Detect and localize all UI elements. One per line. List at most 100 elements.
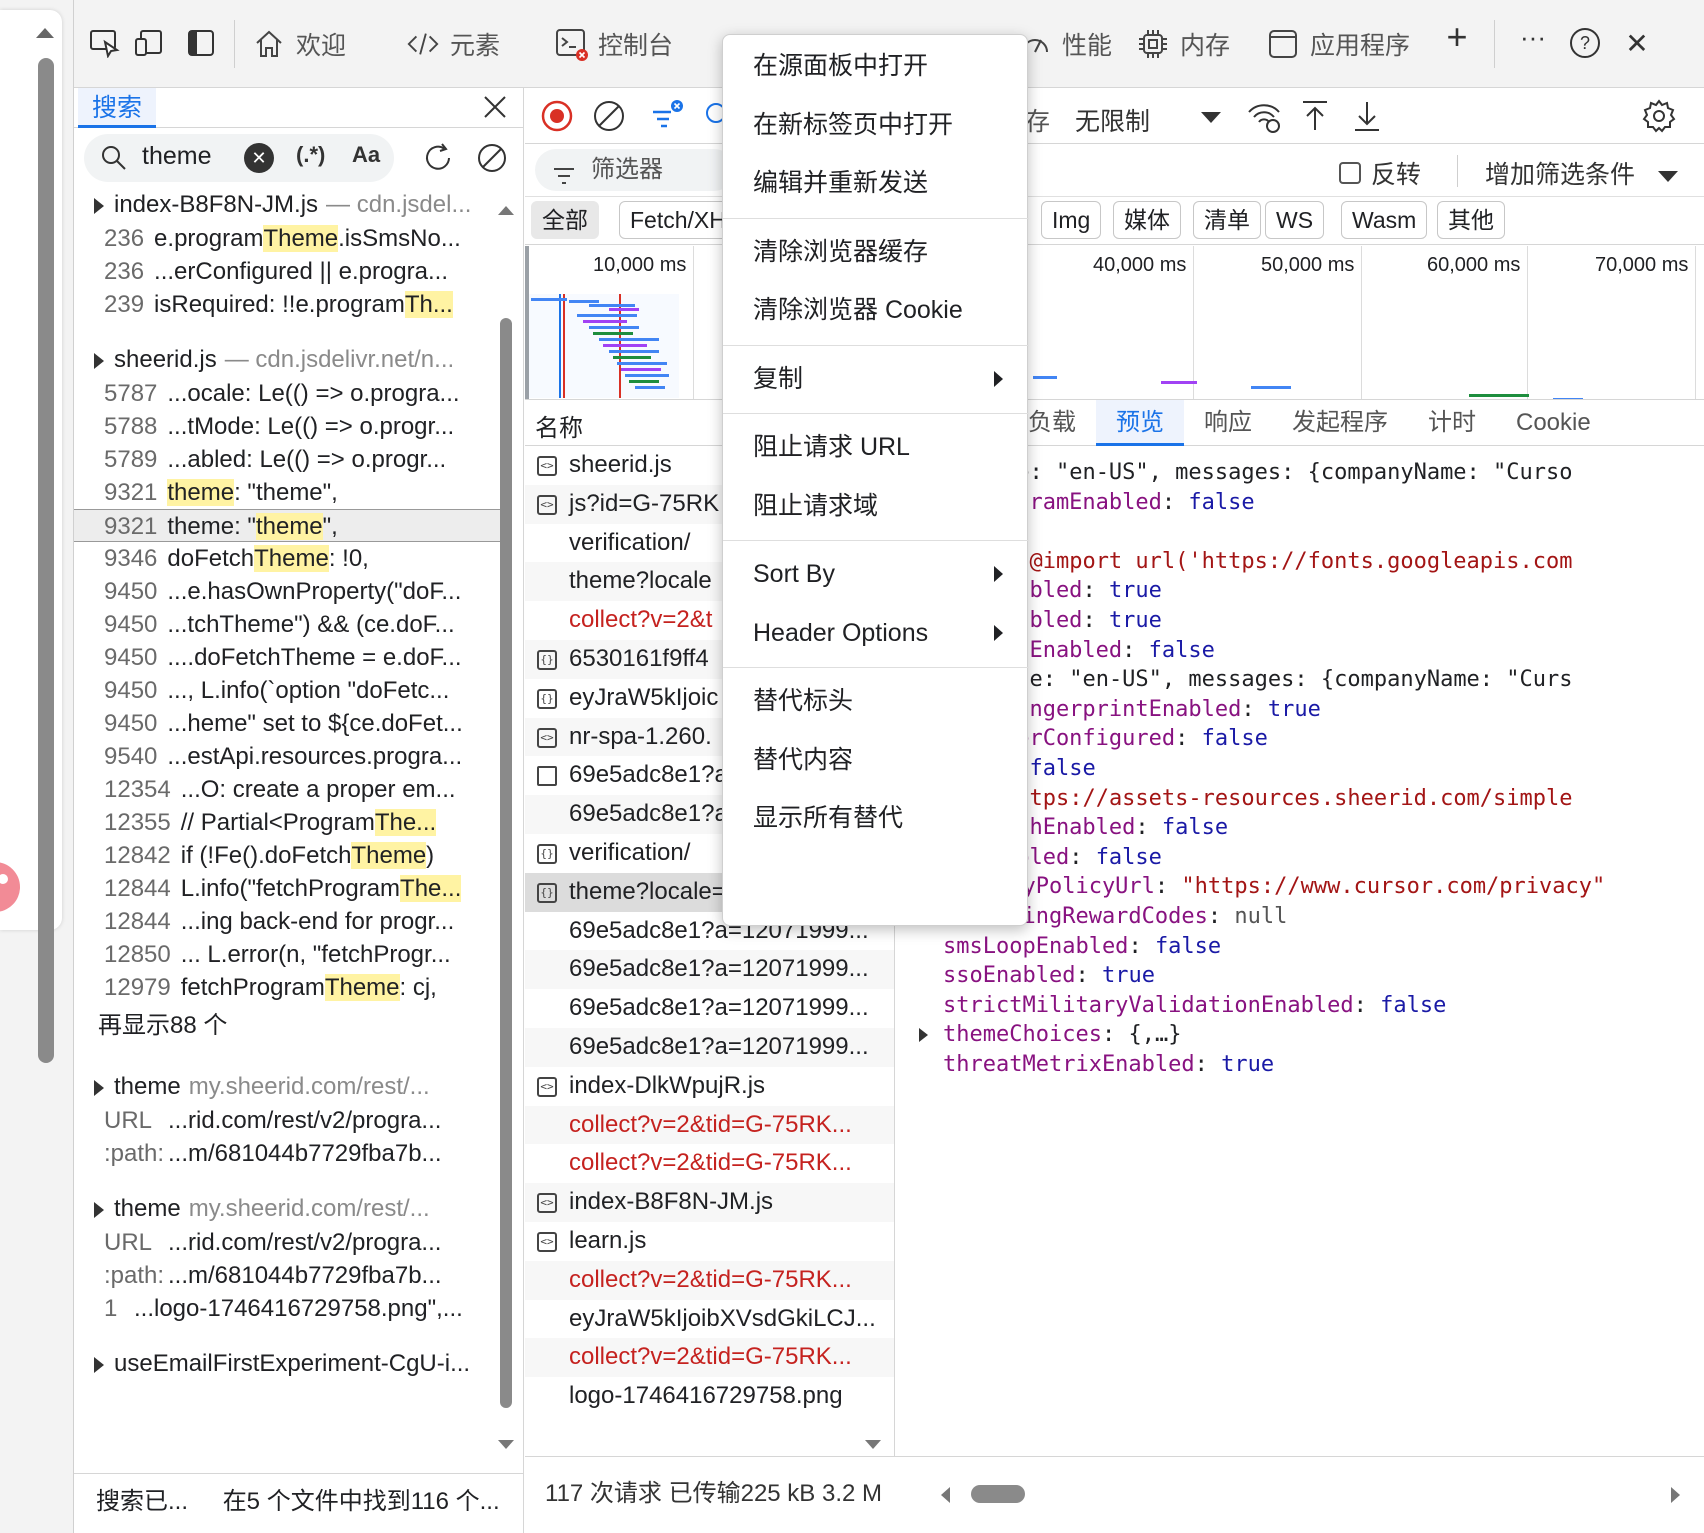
result-line[interactable]: 12844 L.info("fetchProgramThe... (74, 872, 504, 905)
result-line[interactable]: 9450 ....doFetchTheme = e.doF... (74, 641, 504, 674)
preview-property[interactable]: smsLoopEnabled: false (943, 932, 1221, 962)
menu-item[interactable]: 阻止请求 URL (723, 418, 1029, 476)
result-line[interactable]: 9321 theme: "theme", (74, 509, 504, 542)
result-line[interactable]: 12850 ... L.error(n, "fetchProgr... (74, 938, 504, 971)
preview-property[interactable]: strictMilitaryValidationEnabled: false (943, 991, 1446, 1021)
request-row[interactable]: <> index-B8F8N-JM.js (525, 1183, 894, 1222)
close-search-icon[interactable] (478, 90, 512, 124)
tab-initiator[interactable]: 发起程序 (1272, 400, 1408, 446)
device-toolbar-icon[interactable] (132, 26, 166, 60)
expand-triangle-icon[interactable] (94, 1079, 104, 1096)
result-line[interactable]: 5788 ...tMode: Le(() => o.progr... (74, 410, 504, 443)
search-input[interactable]: theme ✕ (.*) Aa (84, 134, 394, 182)
menu-item[interactable]: 显示所有替代 (723, 789, 1029, 847)
export-har-icon[interactable] (1351, 98, 1383, 134)
request-row[interactable]: <> learn.js (525, 1222, 894, 1261)
result-line[interactable]: 239 isRequired: !!e.programTh... (74, 288, 504, 321)
type-wasm[interactable]: Wasm (1341, 201, 1428, 239)
show-more-results[interactable]: 再显示88 个 (74, 1004, 504, 1048)
result-line[interactable]: 9321 theme: "theme", (74, 476, 504, 509)
preview-property[interactable]: themeChoices: {,…} (919, 1020, 1181, 1050)
throttle-dropdown-icon[interactable] (1201, 112, 1221, 123)
search-scrollbar[interactable] (498, 206, 514, 1498)
result-line[interactable]: 12979 fetchProgramTheme: cj, (74, 971, 504, 1004)
tab-application[interactable]: 应用程序 (1266, 22, 1410, 66)
page-scroll-up-arrow[interactable] (36, 28, 54, 38)
network-conditions-icon[interactable] (1245, 98, 1283, 134)
result-file-header[interactable]: useEmailFirstExperiment-CgU-i... (74, 1347, 504, 1378)
invert-checkbox-box[interactable] (1339, 162, 1361, 184)
tab-performance[interactable]: 性能 (1018, 22, 1112, 66)
request-row[interactable]: eyJraW5kIjoibXVsdGkiLCJ... (525, 1300, 894, 1339)
filter-toggle-icon[interactable] (649, 98, 685, 134)
result-line[interactable]: 9450 ...e.hasOwnProperty("doF... (74, 575, 504, 608)
network-overview-timeline[interactable]: 10,000 ms 40,000 ms 50,000 ms 60,000 ms … (525, 246, 1704, 400)
request-row[interactable]: 69e5adc8e1?a=12071999... (525, 950, 894, 990)
tab-search[interactable]: 搜索 (78, 88, 157, 128)
expand-triangle-icon[interactable] (94, 352, 104, 369)
menu-item[interactable]: 替代内容 (723, 731, 1029, 789)
result-file-header[interactable]: index-B8F8N-JM.js — cdn.jsdel... (74, 188, 504, 222)
tab-welcome[interactable]: 欢迎 (252, 22, 346, 66)
menu-item[interactable]: Header Options (723, 604, 1029, 662)
settings-gear-icon[interactable] (1641, 98, 1677, 134)
result-line[interactable]: 9540 ...estApi.resources.progra... (74, 740, 504, 773)
menu-item[interactable]: 替代标头 (723, 672, 1029, 730)
request-row[interactable]: <> index-DlkWpujR.js (525, 1067, 894, 1106)
menu-item[interactable]: 在源面板中打开 (723, 37, 1029, 95)
type-manifest[interactable]: 清单 (1193, 201, 1261, 239)
result-line[interactable]: URL ...rid.com/rest/v2/progra... (74, 1104, 504, 1137)
request-row[interactable]: 69e5adc8e1?a=12071999... (525, 1027, 894, 1067)
hscroll-left-arrow[interactable] (941, 1487, 950, 1503)
throttle-select[interactable]: 无限制 (1075, 102, 1150, 138)
result-line[interactable]: :path: ...m/681044b7729fba7b... (74, 1259, 504, 1292)
name-column-header[interactable]: 名称 (535, 408, 583, 443)
request-row[interactable]: collect?v=2&tid=G-75RK... (525, 1144, 894, 1183)
scroll-down-arrow[interactable] (498, 1440, 514, 1449)
result-line[interactable]: 9450 ..., L.info(`option "doFetc... (74, 674, 504, 707)
request-row[interactable]: logo-1746416729758.png (525, 1377, 894, 1416)
result-line[interactable]: :path: ...m/681044b7729fba7b... (74, 1137, 504, 1170)
inspect-element-icon[interactable] (88, 26, 122, 60)
tab-response[interactable]: 响应 (1184, 400, 1272, 446)
menu-item[interactable]: 复制 (723, 350, 1029, 408)
menu-item[interactable]: 在新标签页中打开 (723, 96, 1029, 154)
result-line[interactable]: 12354 ...O: create a proper em... (74, 773, 504, 806)
type-all[interactable]: 全部 (531, 201, 599, 239)
result-line[interactable]: 236 ...erConfigured || e.progra... (74, 255, 504, 288)
request-row[interactable]: collect?v=2&tid=G-75RK... (525, 1260, 894, 1300)
expand-triangle-icon[interactable] (94, 1356, 104, 1373)
result-line[interactable]: 5789 ...abled: Le(() => o.progr... (74, 443, 504, 476)
search-scroll-thumb[interactable] (500, 318, 512, 1408)
result-line[interactable]: 236 e.programTheme.isSmsNo... (74, 222, 504, 255)
expand-triangle-icon[interactable] (94, 1201, 104, 1218)
page-scrollbar-thumb[interactable] (38, 58, 54, 1063)
result-file-header[interactable]: sheerid.js — cdn.jsdelivr.net/n... (74, 343, 504, 377)
menu-item[interactable]: Sort By (723, 545, 1029, 603)
expand-triangle-icon[interactable] (94, 197, 104, 214)
tab-console[interactable]: 控制台 (554, 22, 673, 66)
request-row[interactable]: collect?v=2&tid=G-75RK... (525, 1338, 894, 1378)
result-line[interactable]: URL ...rid.com/rest/v2/progra... (74, 1226, 504, 1259)
type-media[interactable]: 媒体 (1113, 201, 1181, 239)
type-ws[interactable]: WS (1265, 201, 1325, 239)
invert-checkbox[interactable]: 反转 (1339, 155, 1421, 191)
more-tools-icon[interactable]: ··· (1516, 20, 1550, 54)
preview-property[interactable]: threatMetrixEnabled: true (943, 1050, 1274, 1080)
result-line[interactable]: 9450 ...tchTheme") && (ce.doF... (74, 608, 504, 641)
add-tab-icon[interactable]: + (1440, 16, 1474, 57)
result-line[interactable]: 5787 ...ocale: Le(() => o.progra... (74, 377, 504, 410)
hscroll-thumb[interactable] (971, 1485, 1025, 1503)
preview-property[interactable]: ssoEnabled: true (943, 961, 1155, 991)
tab-preview[interactable]: 预览 (1096, 400, 1184, 446)
dock-side-icon[interactable] (184, 26, 218, 60)
close-devtools-icon[interactable]: ✕ (1620, 26, 1654, 60)
tab-elements[interactable]: 元素 (406, 22, 500, 66)
menu-item[interactable]: 阻止请求域 (723, 477, 1029, 535)
menu-item[interactable]: 清除浏览器缓存 (723, 223, 1029, 281)
hscroll-right-arrow[interactable] (1671, 1487, 1680, 1503)
type-other[interactable]: 其他 (1437, 201, 1505, 239)
result-file-header[interactable]: theme my.sheerid.com/rest/... (74, 1070, 504, 1104)
result-line[interactable]: 12842 if (!Fe().doFetchTheme) (74, 839, 504, 872)
clear-log-icon[interactable] (591, 98, 627, 134)
